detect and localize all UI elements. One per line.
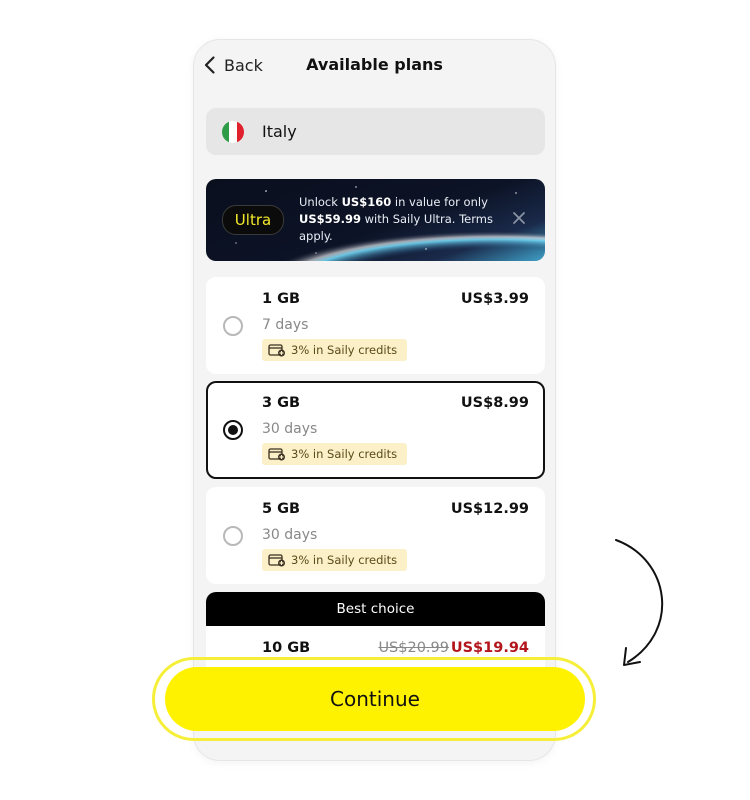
country-selector[interactable]: Italy <box>206 108 545 155</box>
plan-size: 1 GB <box>262 291 301 307</box>
curved-arrow-icon <box>615 539 664 666</box>
ultra-badge: Ultra <box>222 205 284 235</box>
credits-badge: 3% in Saily credits <box>262 339 408 361</box>
plan-option-3gb[interactable]: 3 GB US$8.99 30 days 3% in Saily credits <box>206 381 545 479</box>
plan-duration: 7 days <box>262 317 309 333</box>
plan-option-1gb[interactable]: 1 GB US$3.99 7 days 3% in Saily credits <box>206 277 545 374</box>
italy-flag-icon <box>222 120 244 143</box>
close-icon[interactable] <box>511 210 527 226</box>
original-price: US$20.99 <box>378 640 449 656</box>
radio-button-selected[interactable] <box>223 420 243 440</box>
country-name: Italy <box>262 122 297 141</box>
sale-price: US$19.94 <box>450 640 529 656</box>
plan-size: 3 GB <box>262 395 301 411</box>
top-bar: Back Available plans <box>194 40 555 90</box>
continue-button[interactable]: Continue <box>165 667 585 731</box>
plan-duration: 30 days <box>262 527 318 543</box>
wallet-plus-icon <box>268 448 285 461</box>
plan-size: 10 GB <box>262 640 311 656</box>
radio-button[interactable] <box>223 526 243 546</box>
plan-option-5gb[interactable]: 5 GB US$12.99 30 days 3% in Saily credit… <box>206 487 545 584</box>
credits-badge: 3% in Saily credits <box>262 549 408 571</box>
credits-badge: 3% in Saily credits <box>262 443 408 465</box>
ultra-promo-banner[interactable]: Ultra Unlock US$160 in value for only US… <box>206 179 545 261</box>
page-title: Available plans <box>306 55 443 74</box>
wallet-plus-icon <box>268 344 285 357</box>
credits-label: 3% in Saily credits <box>291 447 398 461</box>
credits-label: 3% in Saily credits <box>291 343 398 357</box>
credits-label: 3% in Saily credits <box>291 553 398 567</box>
best-choice-banner: Best choice <box>206 592 545 626</box>
plan-size: 5 GB <box>262 501 301 517</box>
plan-duration: 30 days <box>262 421 318 437</box>
plan-price: US$8.99 <box>460 395 529 411</box>
plan-price: US$12.99 <box>450 501 529 517</box>
phone-screen: Back Available plans Italy Ultra Unlock … <box>194 40 555 760</box>
plan-price: US$3.99 <box>460 291 529 307</box>
radio-button[interactable] <box>223 316 243 336</box>
wallet-plus-icon <box>268 554 285 567</box>
promo-text: Unlock US$160 in value for only US$59.99… <box>299 195 493 243</box>
